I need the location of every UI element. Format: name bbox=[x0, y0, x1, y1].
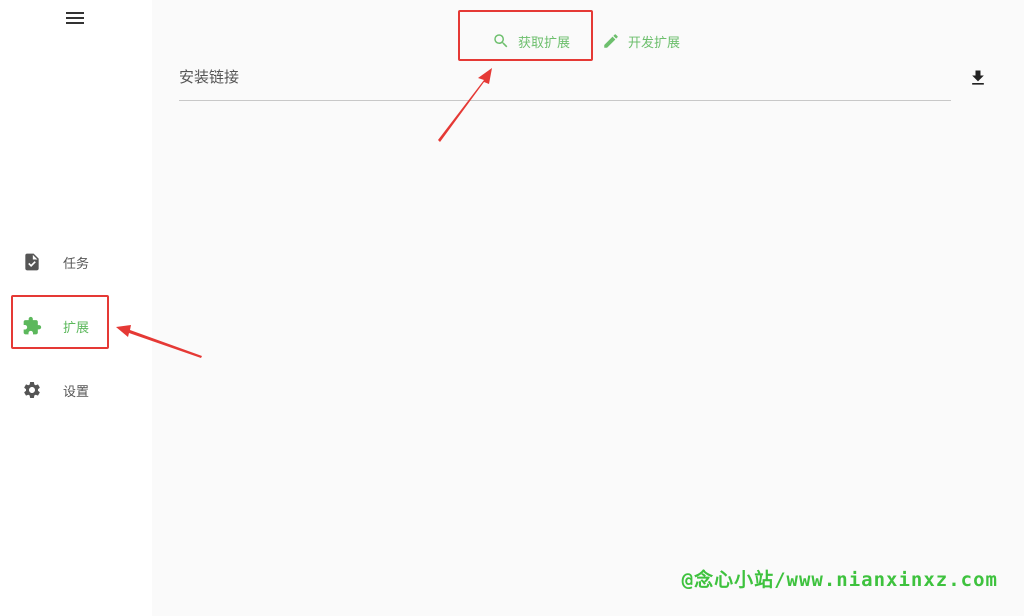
input-underline bbox=[179, 100, 951, 101]
watermark-text: @念心小站/www.nianxinxz.com bbox=[681, 569, 998, 591]
tab-develop-extensions[interactable]: 开发扩展 bbox=[602, 24, 680, 58]
sidebar-item-tasks[interactable]: 任务 bbox=[0, 238, 152, 286]
sidebar-item-label: 设置 bbox=[63, 384, 90, 400]
sidebar-item-label: 任务 bbox=[63, 256, 90, 272]
gear-icon bbox=[24, 382, 40, 398]
tab-label: 开发扩展 bbox=[628, 35, 681, 51]
main-content bbox=[152, 0, 1024, 616]
menu-button[interactable] bbox=[63, 8, 87, 28]
hamburger-menu-icon bbox=[66, 12, 84, 24]
highlight-box-extensions bbox=[11, 295, 109, 349]
download-icon bbox=[972, 70, 984, 85]
install-link-field[interactable]: 安装链接 bbox=[179, 66, 239, 87]
pencil-icon bbox=[604, 34, 618, 48]
file-check-icon bbox=[25, 253, 39, 271]
sidebar-item-settings[interactable]: 设置 bbox=[0, 366, 152, 414]
highlight-box-get-extensions bbox=[458, 10, 593, 61]
download-button[interactable] bbox=[966, 66, 990, 90]
